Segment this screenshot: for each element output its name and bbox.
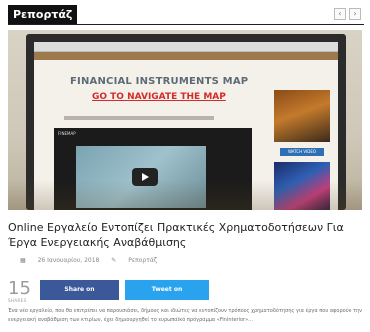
intro-text-line bbox=[64, 116, 214, 120]
desk-shade bbox=[8, 180, 362, 210]
reportage-widget: Ρεπορτάζ ‹ › FINANCIAL INSTRUMENTS MAP G… bbox=[0, 0, 370, 332]
facebook-share-label: Share on bbox=[64, 286, 95, 293]
twitter-share-label: Tweet on bbox=[151, 286, 183, 293]
section-badge[interactable]: Ρεπορτάζ bbox=[8, 5, 78, 24]
map-title: FINANCIAL INSTRUMENTS MAP bbox=[70, 76, 249, 87]
prev-arrow-icon[interactable]: ‹ bbox=[334, 8, 346, 20]
article-headline[interactable]: Online Εργαλείο Εντοπίζει Πρακτικές Χρημ… bbox=[8, 220, 364, 250]
map-link: GO TO NAVIGATE THE MAP bbox=[92, 92, 226, 102]
side-thumbnail-button: WATCH VIDEO bbox=[280, 148, 324, 156]
article-photo[interactable]: FINANCIAL INSTRUMENTS MAP GO TO NAVIGATE… bbox=[8, 30, 362, 210]
widget-header: Ρεπορτάζ ‹ › bbox=[8, 5, 364, 25]
twitter-share-button[interactable]: Tweet on bbox=[125, 280, 209, 300]
article-date: 26 Ιανουαρίου, 2018 bbox=[37, 257, 100, 264]
header-divider bbox=[8, 24, 364, 25]
article-excerpt: Ένα νέο εργαλείο, που θα επιτρέπει να πα… bbox=[8, 308, 362, 323]
facebook-share-button[interactable]: Share on bbox=[40, 280, 119, 300]
folder-icon: ✎ bbox=[111, 257, 117, 264]
article-category[interactable]: Ρεπορτάζ bbox=[128, 257, 157, 264]
next-arrow-icon[interactable]: › bbox=[349, 8, 361, 20]
site-header-strip bbox=[34, 52, 338, 60]
calendar-icon: ▦ bbox=[20, 257, 26, 264]
side-thumbnail bbox=[274, 90, 330, 142]
article-meta: ▦ 26 Ιανουαρίου, 2018 ✎ Ρεπορτάζ bbox=[20, 257, 167, 264]
video-label: FINEMAP bbox=[58, 131, 76, 136]
browser-bar bbox=[34, 42, 338, 52]
side-thumbnail-button-label: WATCH VIDEO bbox=[287, 149, 317, 154]
